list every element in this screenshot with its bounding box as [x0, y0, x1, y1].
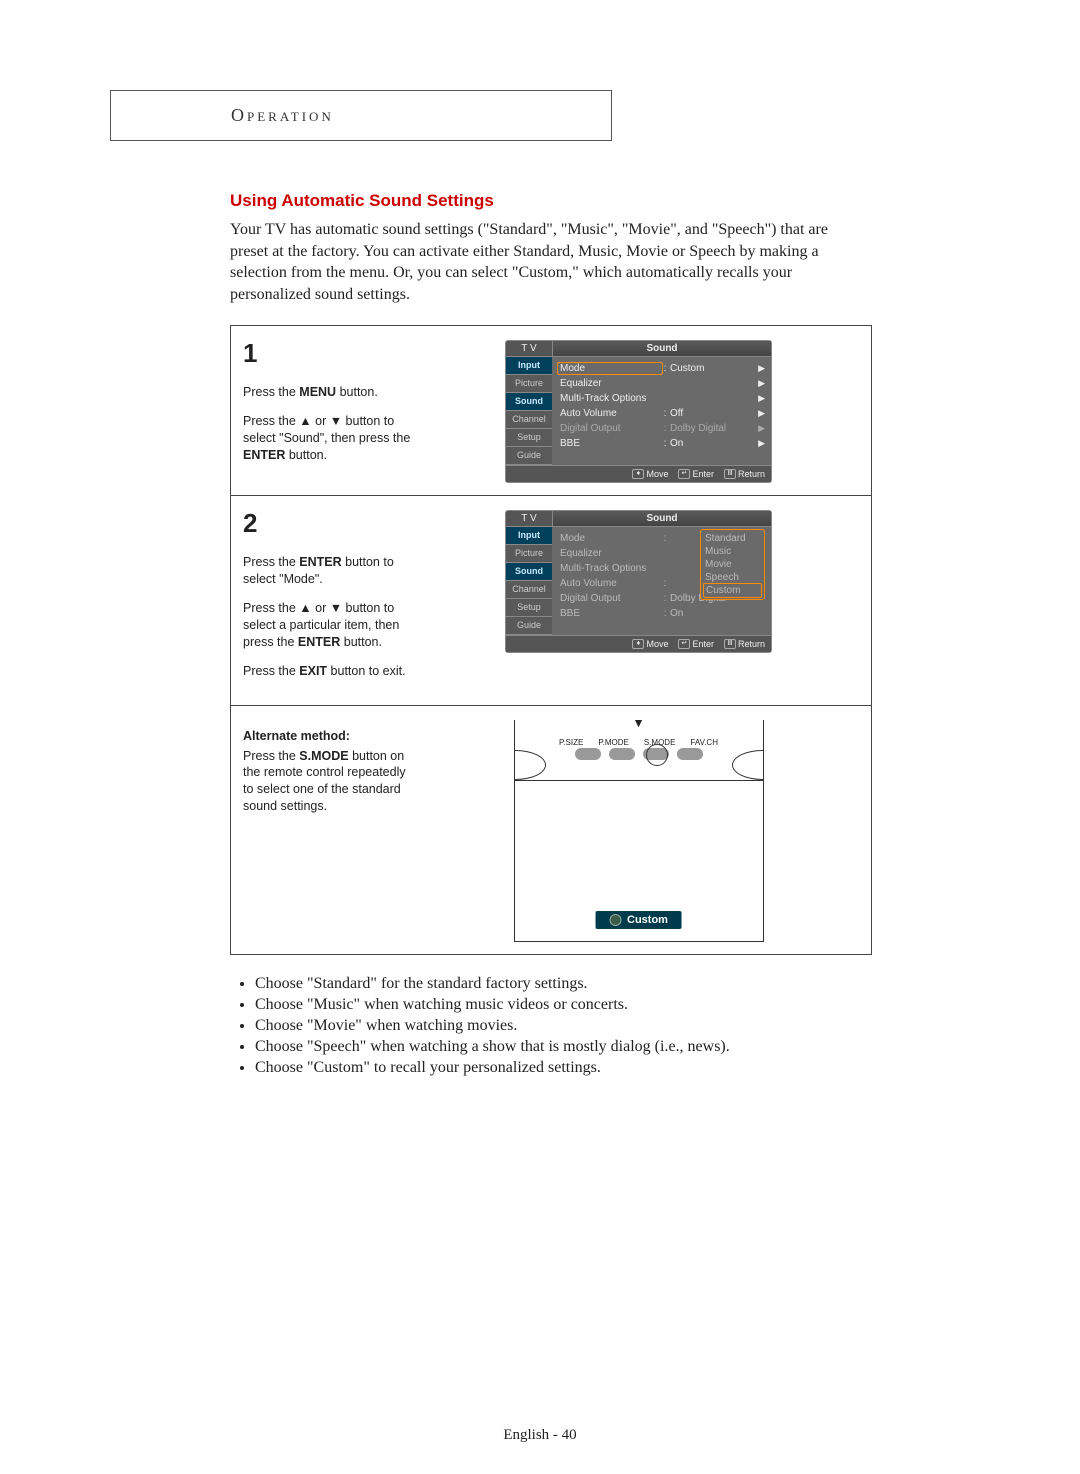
- note-item: Choose "Music" when watching music video…: [255, 996, 895, 1014]
- mode-badge: Custom: [595, 911, 682, 929]
- osd-tab-guide: Guide: [506, 447, 552, 465]
- osd-title: Sound: [553, 341, 771, 356]
- step-1-figure: T V Sound Input Picture Sound Channel Se…: [418, 336, 859, 483]
- step-2-text: 2 Press the ENTER button to select "Mode…: [243, 506, 418, 692]
- page: Operation Using Automatic Sound Settings…: [0, 0, 1080, 1474]
- step-alternate: Alternate method: Press the S.MODE butto…: [231, 706, 871, 954]
- note-item: Choose "Speech" when watching a show tha…: [255, 1038, 895, 1056]
- favch-button: [677, 748, 703, 760]
- osd-tab-picture: Picture: [506, 375, 552, 393]
- chapter-title: Operation: [231, 105, 334, 125]
- step-number: 1: [243, 336, 418, 371]
- tv-screen: Custom: [514, 780, 764, 942]
- step-1-text: 1 Press the MENU button. Press the ▲ or …: [243, 336, 418, 483]
- osd-tab-setup: Setup: [506, 429, 552, 447]
- osd-footer: ♦Move ↵Enter ⅢReturn: [506, 465, 771, 482]
- alternate-p: Press the S.MODE button on the remote co…: [243, 748, 418, 816]
- mode-dropdown: Standard Music Movie Speech Custom: [700, 529, 765, 600]
- alternate-figure: ▼ P.SIZE P.MODE S.MODE FAV.CH: [418, 716, 859, 942]
- alternate-heading: Alternate method:: [243, 728, 418, 745]
- speaker-icon: [609, 914, 621, 926]
- osd-tabs: Input Picture Sound Channel Setup Guide: [506, 357, 552, 465]
- page-footer: English - 40: [0, 1427, 1080, 1444]
- note-item: Choose "Movie" when watching movies.: [255, 1017, 895, 1035]
- step-2-p2: Press the ▲ or ▼ button to select a part…: [243, 600, 418, 651]
- intro-paragraph: Your TV has automatic sound settings ("S…: [230, 219, 870, 305]
- step-1-p1: Press the MENU button.: [243, 384, 418, 401]
- pmode-button: [609, 748, 635, 760]
- step-number: 2: [243, 506, 418, 541]
- osd-tab-sound: Sound: [506, 393, 552, 411]
- step-1: 1 Press the MENU button. Press the ▲ or …: [231, 326, 871, 496]
- osd-list: Mode:Custom▶ Equalizer▶ Multi-Track Opti…: [552, 357, 771, 465]
- chapter-header: Operation: [110, 90, 612, 141]
- psize-button: [575, 748, 601, 760]
- osd-menu-1: T V Sound Input Picture Sound Channel Se…: [505, 340, 772, 483]
- down-arrow-icon: ▼: [632, 720, 646, 732]
- step-1-p2: Press the ▲ or ▼ button to select "Sound…: [243, 413, 418, 464]
- step-2-p1: Press the ENTER button to select "Mode".: [243, 554, 418, 588]
- section-title: Using Automatic Sound Settings: [230, 191, 960, 211]
- step-2: 2 Press the ENTER button to select "Mode…: [231, 496, 871, 705]
- osd-tab-input: Input: [506, 357, 552, 375]
- osd-title: Sound: [553, 511, 771, 526]
- alternate-text: Alternate method: Press the S.MODE butto…: [243, 716, 418, 942]
- step-2-figure: T V Sound Input Picture Sound Channel Se…: [418, 506, 859, 692]
- osd-tv-label: T V: [506, 511, 553, 526]
- osd-menu-2: T V Sound Input Picture Sound Channel Se…: [505, 510, 772, 653]
- smode-button: [643, 748, 669, 760]
- steps-box: 1 Press the MENU button. Press the ▲ or …: [230, 325, 872, 954]
- remote-top: ▼ P.SIZE P.MODE S.MODE FAV.CH: [514, 720, 764, 780]
- note-item: Choose "Standard" for the standard facto…: [255, 975, 895, 993]
- osd-tv-label: T V: [506, 341, 553, 356]
- note-item: Choose "Custom" to recall your personali…: [255, 1059, 895, 1077]
- step-2-p3: Press the EXIT button to exit.: [243, 663, 418, 680]
- osd-tab-channel: Channel: [506, 411, 552, 429]
- notes-list: Choose "Standard" for the standard facto…: [230, 975, 895, 1077]
